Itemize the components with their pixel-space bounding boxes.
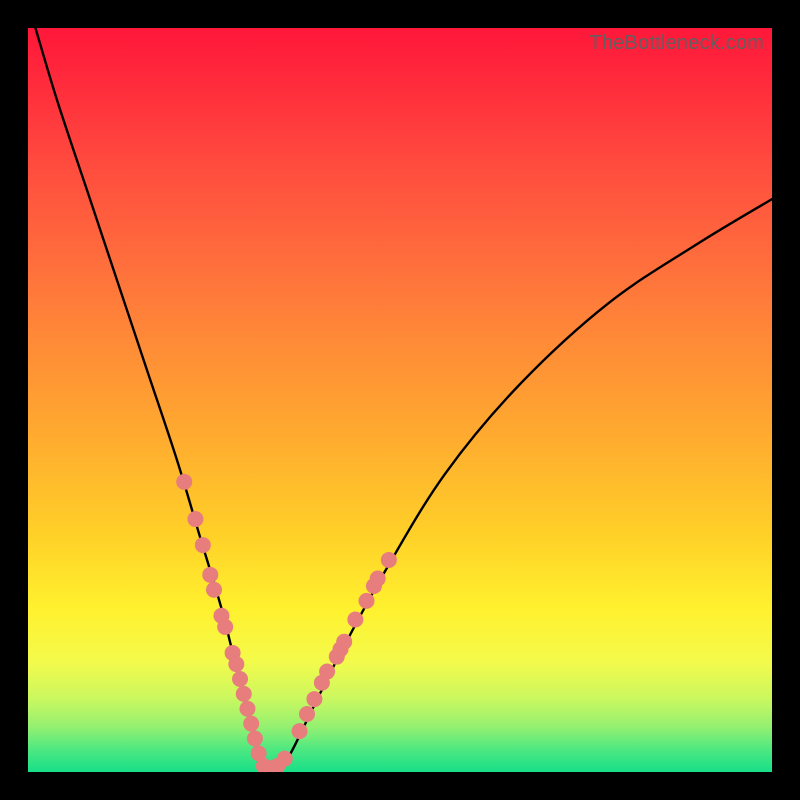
curve-marker [187, 511, 203, 527]
curve-layer [28, 28, 772, 772]
curve-marker [359, 593, 375, 609]
curve-marker [299, 706, 315, 722]
curve-marker [336, 634, 352, 650]
curve-marker [236, 686, 252, 702]
watermark-text: TheBottleneck.com [589, 32, 764, 55]
curve-marker [306, 691, 322, 707]
curve-marker [217, 619, 233, 635]
curve-marker [381, 552, 397, 568]
curve-marker [247, 731, 263, 747]
curve-marker [195, 537, 211, 553]
curve-marker [232, 671, 248, 687]
chart-frame: TheBottleneck.com [0, 0, 800, 800]
curve-marker [176, 474, 192, 490]
plot-area: TheBottleneck.com [28, 28, 772, 772]
curve-marker [347, 611, 363, 627]
curve-markers [176, 474, 397, 772]
curve-marker [370, 571, 386, 587]
curve-marker [206, 582, 222, 598]
curve-marker [319, 664, 335, 680]
bottleneck-curve [35, 28, 772, 772]
curve-marker [277, 751, 293, 767]
curve-marker [228, 656, 244, 672]
curve-marker [292, 723, 308, 739]
curve-marker [239, 701, 255, 717]
curve-marker [243, 716, 259, 732]
curve-marker [202, 567, 218, 583]
